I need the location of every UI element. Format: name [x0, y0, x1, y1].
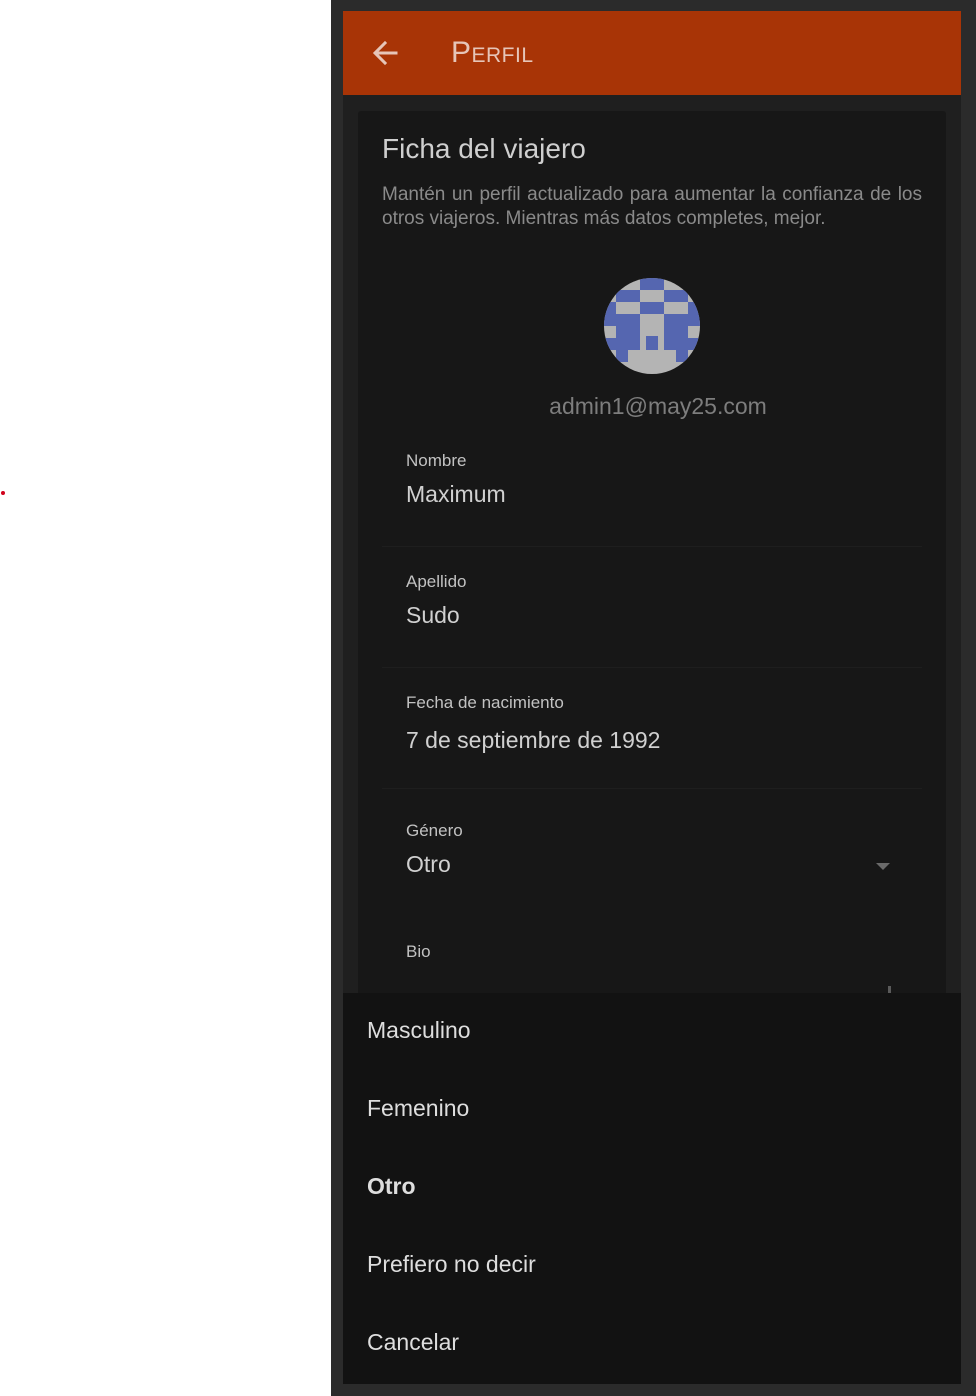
option-femenino[interactable]: Femenino: [343, 1071, 961, 1149]
option-masculino[interactable]: Masculino: [343, 993, 961, 1071]
nombre-field[interactable]: Nombre Maximum: [382, 451, 922, 547]
cancel-label: Cancelar: [367, 1329, 460, 1355]
divider: [382, 546, 922, 547]
option-label: Masculino: [367, 1017, 471, 1043]
genero-label: Género: [406, 821, 463, 840]
option-label: Femenino: [367, 1095, 470, 1121]
page-title: Perfil: [451, 36, 534, 69]
cancel-button[interactable]: Cancelar: [343, 1305, 961, 1383]
option-label: Otro: [367, 1173, 416, 1199]
bio-label: Bio: [406, 942, 431, 961]
nombre-label: Nombre: [406, 451, 467, 470]
divider: [382, 788, 922, 789]
fecha-nacimiento-value[interactable]: 7 de septiembre de 1992: [406, 727, 660, 754]
fecha-nacimiento-label: Fecha de nacimiento: [406, 693, 564, 712]
gender-action-sheet: Masculino Femenino Otro Prefiero no deci…: [343, 993, 961, 1384]
nombre-value[interactable]: Maximum: [406, 481, 506, 508]
genero-select[interactable]: Género Otro: [382, 821, 922, 917]
option-prefiero-no-decir[interactable]: Prefiero no decir: [343, 1227, 961, 1305]
apellido-value[interactable]: Sudo: [406, 602, 460, 629]
app-screen: Perfil Ficha del viajero Mantén un perfi…: [343, 11, 961, 1384]
card-title: Ficha del viajero: [382, 133, 586, 164]
red-dot-marker: [1, 491, 5, 495]
avatar[interactable]: [604, 278, 700, 374]
option-otro[interactable]: Otro: [343, 1149, 961, 1227]
identicon-avatar: [604, 278, 700, 374]
traveler-profile-card: Ficha del viajero Mantén un perfil actua…: [358, 111, 946, 1011]
toolbar: Perfil: [343, 11, 961, 95]
back-button[interactable]: [363, 31, 407, 75]
arrow-left-icon: [372, 40, 398, 66]
apellido-label: Apellido: [406, 572, 467, 591]
option-label: Prefiero no decir: [367, 1251, 536, 1277]
genero-value[interactable]: Otro: [406, 851, 451, 878]
card-description: Mantén un perfil actualizado para aument…: [382, 184, 922, 229]
fecha-nacimiento-field[interactable]: Fecha de nacimiento 7 de septiembre de 1…: [382, 693, 922, 789]
apellido-field[interactable]: Apellido Sudo: [382, 572, 922, 668]
divider: [382, 667, 922, 668]
caret-down-icon: [876, 863, 890, 870]
user-email: admin1@may25.com: [549, 393, 767, 419]
